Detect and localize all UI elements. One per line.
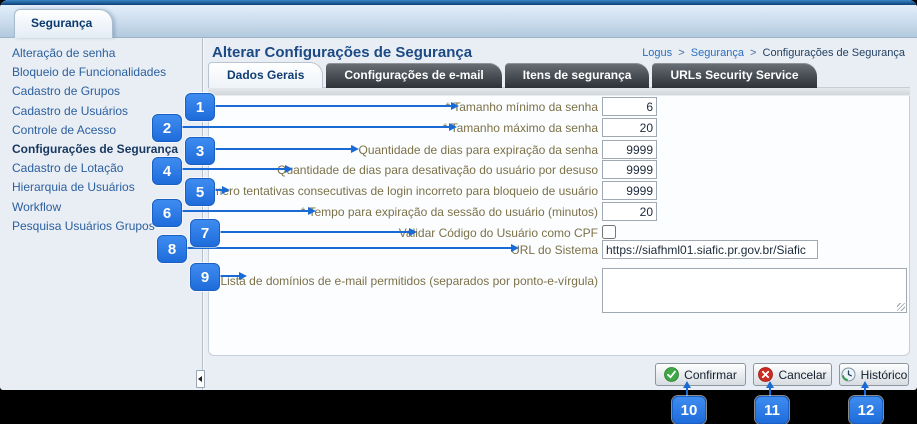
label-expiracao-sessao: * Tempo para expiração da sessão do usuá… — [301, 205, 598, 219]
page-title: Alterar Configurações de Segurança — [212, 44, 472, 61]
callout-badge-9: 9 — [190, 263, 220, 291]
callout-arrow-3 — [215, 148, 352, 150]
callout-arrow-4 — [182, 168, 286, 170]
sidebar-item-cadastro-grupos[interactable]: Cadastro de Grupos — [0, 82, 202, 101]
validar-cpf-checkbox[interactable] — [602, 225, 616, 239]
callout-badge-7: 7 — [190, 219, 220, 247]
url-sistema-input[interactable] — [602, 240, 818, 259]
label-tamanho-minimo: * Tamanho mínimo da senha — [445, 100, 598, 114]
callout-badge-5: 5 — [185, 178, 215, 206]
tamanho-maximo-input[interactable] — [602, 118, 657, 137]
callout-badge-3: 3 — [185, 137, 215, 165]
module-tab-seguranca[interactable]: Segurança — [14, 9, 113, 38]
sidebar-divider-highlight — [203, 38, 204, 390]
callout-badge-1: 1 — [185, 93, 215, 121]
breadcrumb-separator: > — [750, 47, 756, 59]
app-window: Segurança Alteração de senha Bloqueio de… — [0, 0, 917, 390]
callout-arrow-9 — [220, 275, 240, 277]
breadcrumb: Logus > Segurança > Configurações de Seg… — [642, 47, 905, 59]
desativacao-desuso-input[interactable] — [602, 160, 657, 179]
tentativas-login-input[interactable] — [602, 181, 657, 200]
screenshot-root: Segurança Alteração de senha Bloqueio de… — [0, 0, 917, 424]
textarea-resize-handle[interactable] — [897, 303, 905, 311]
confirmar-button[interactable]: Confirmar — [655, 363, 746, 386]
callout-arrow-2 — [182, 126, 450, 128]
breadcrumb-separator: > — [678, 47, 684, 59]
callout-arrow-12 — [864, 387, 866, 396]
sidebar-divider — [202, 38, 203, 390]
sidebar-collapse-handle[interactable] — [196, 370, 205, 388]
label-dominios-email: Lista de domínios de e-mail permitidos (… — [220, 274, 598, 288]
expiracao-sessao-input[interactable] — [602, 202, 657, 221]
dominios-email-textarea[interactable] — [602, 268, 907, 313]
callout-arrow-1 — [215, 105, 452, 107]
tab-configuracoes-email[interactable]: Configurações de e-mail — [326, 63, 501, 88]
label-tentativas-login: * Número tentativas consecutivas de logi… — [189, 184, 598, 198]
breadcrumb-link-seguranca[interactable]: Segurança — [691, 47, 744, 59]
expiracao-senha-input[interactable] — [602, 140, 657, 159]
tab-dados-gerais[interactable]: Dados Gerais — [208, 62, 323, 88]
breadcrumb-current: Configurações de Segurança — [763, 47, 905, 59]
callout-arrow-6 — [182, 210, 309, 212]
cancelar-label: Cancelar — [778, 368, 826, 382]
callout-badge-8: 8 — [157, 235, 187, 263]
tab-urls-security-service[interactable]: URLs Security Service — [652, 63, 816, 88]
historico-button[interactable]: Histórico — [839, 363, 909, 386]
tab-itens-seguranca[interactable]: Itens de segurança — [505, 63, 650, 88]
tamanho-minimo-input[interactable] — [602, 97, 657, 116]
label-desativacao-desuso: Quantidade de dias para desativação do u… — [277, 163, 598, 177]
confirmar-label: Confirmar — [684, 368, 737, 382]
callout-badge-6: 6 — [152, 199, 182, 227]
callout-badge-4: 4 — [152, 157, 182, 185]
callout-badge-11: 11 — [755, 396, 789, 424]
callout-arrow-8 — [187, 247, 512, 249]
sidebar-item-alteracao-senha[interactable]: Alteração de senha — [0, 44, 202, 63]
callout-badge-10: 10 — [672, 396, 706, 424]
label-expiracao-senha: * Quantidade de dias para expiração da s… — [350, 143, 598, 157]
module-tab-bar — [0, 5, 917, 38]
tab-substrip — [208, 88, 910, 96]
cancelar-button[interactable]: Cancelar — [753, 363, 832, 386]
check-circle-icon — [664, 367, 679, 382]
historico-label: Histórico — [861, 368, 908, 382]
label-url-sistema: URL do Sistema — [511, 243, 598, 257]
cancel-circle-icon — [758, 367, 773, 382]
callout-arrow-7 — [220, 231, 410, 233]
callout-badge-2: 2 — [152, 114, 182, 142]
label-tamanho-maximo: * Tamanho máximo da senha — [443, 121, 598, 135]
callout-arrow-10 — [686, 387, 688, 396]
sidebar-item-bloqueio-funcionalidades[interactable]: Bloqueio de Funcionalidades — [0, 63, 202, 82]
history-clock-icon — [841, 367, 856, 382]
breadcrumb-link-logus[interactable]: Logus — [642, 47, 672, 59]
callout-badge-12: 12 — [849, 396, 883, 424]
callout-arrow-11 — [769, 387, 771, 396]
label-validar-cpf: Validar Código do Usuário como CPF — [399, 226, 598, 240]
callout-arrow-5 — [215, 189, 223, 191]
content-tabs: Dados Gerais Configurações de e-mail Ite… — [208, 62, 820, 88]
